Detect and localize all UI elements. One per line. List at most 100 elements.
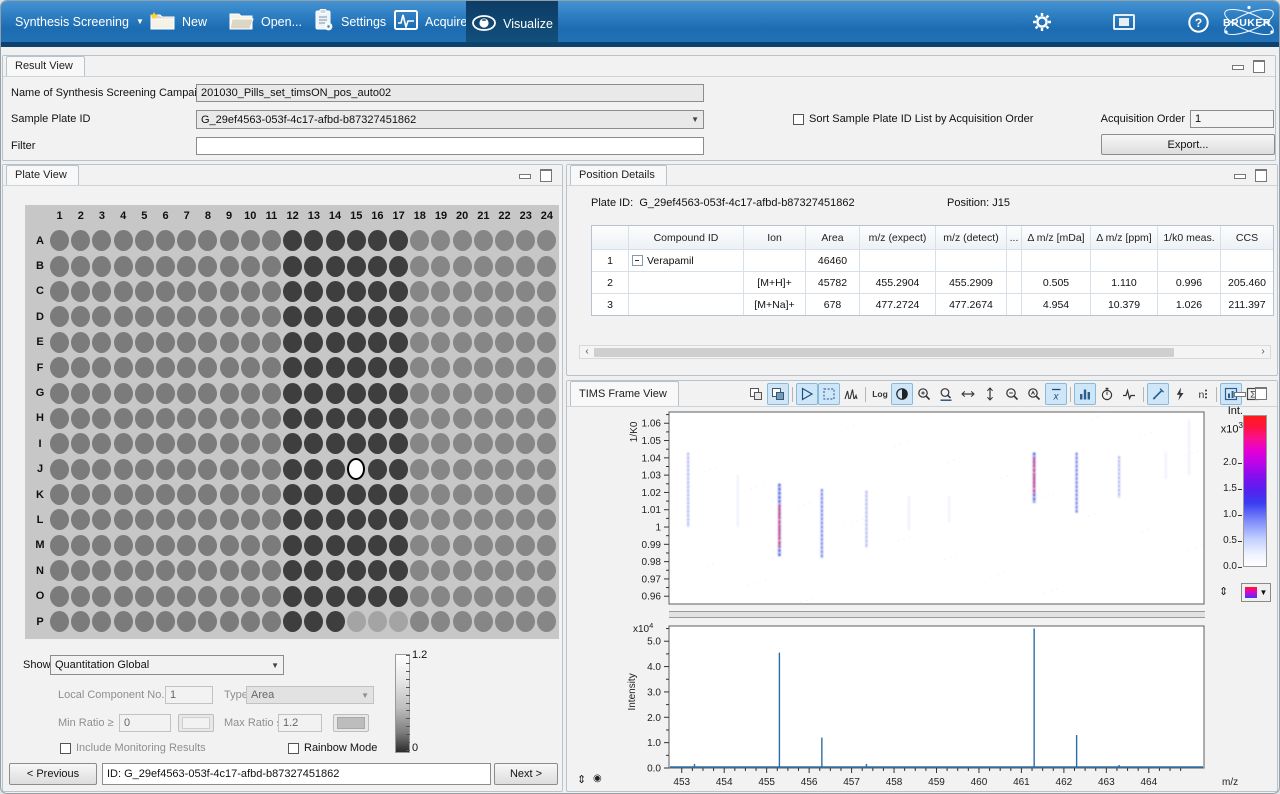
plate-well-I24[interactable] [537, 433, 556, 454]
plate-well-D19[interactable] [431, 306, 450, 327]
screen-icon[interactable] [1113, 11, 1135, 33]
plate-well-M24[interactable] [537, 535, 556, 556]
plate-well-P12[interactable] [283, 611, 302, 632]
plate-well-J3[interactable] [92, 459, 111, 480]
help-icon[interactable]: ? [1187, 11, 1209, 33]
maximize-icon[interactable] [540, 169, 552, 182]
plate-well-N17[interactable] [389, 560, 408, 581]
plate-well-G11[interactable] [262, 383, 281, 404]
sort-checkbox-row[interactable]: Sort Sample Plate ID List by Acquisition… [793, 113, 1033, 125]
plate-well-P3[interactable] [92, 611, 111, 632]
plate-well-G8[interactable] [198, 383, 217, 404]
plate-well-N19[interactable] [431, 560, 450, 581]
table-row[interactable]: 2[M+H]+45782455.2904455.29090.5051.1100.… [592, 271, 1273, 293]
tree-collapse-icon[interactable] [632, 255, 643, 266]
plate-well-D23[interactable] [516, 306, 535, 327]
plate-well-C19[interactable] [431, 281, 450, 302]
zoom-x-icon[interactable] [935, 383, 957, 405]
plate-well-L6[interactable] [156, 509, 175, 530]
plate-well-K1[interactable] [50, 484, 69, 505]
plate-well-N5[interactable] [135, 560, 154, 581]
plate-well-D12[interactable] [283, 306, 302, 327]
plate-well-O7[interactable] [177, 586, 196, 607]
column-header[interactable]: m/z (expect) [859, 226, 935, 249]
plate-well-B3[interactable] [92, 256, 111, 277]
plate-well-M12[interactable] [283, 535, 302, 556]
plate-well-O22[interactable] [495, 586, 514, 607]
plate-well-F14[interactable] [326, 357, 345, 378]
plate-well-A5[interactable] [135, 230, 154, 251]
plate-well-N11[interactable] [262, 560, 281, 581]
plate-well-N16[interactable] [368, 560, 387, 581]
plate-well-C9[interactable] [220, 281, 239, 302]
plate-well-H18[interactable] [410, 408, 429, 429]
plate-well-H8[interactable] [198, 408, 217, 429]
plate-well-H16[interactable] [368, 408, 387, 429]
plate-well-G9[interactable] [220, 383, 239, 404]
plate-well-G24[interactable] [537, 383, 556, 404]
plate-well-L11[interactable] [262, 509, 281, 530]
plate-well-P24[interactable] [537, 611, 556, 632]
plate-well-E13[interactable] [304, 332, 323, 353]
plate-well-G2[interactable] [71, 383, 90, 404]
plate-well-K8[interactable] [198, 484, 217, 505]
plate-well-O23[interactable] [516, 586, 535, 607]
plate-well-E20[interactable] [453, 332, 472, 353]
plate-well-A3[interactable] [92, 230, 111, 251]
plate-well-L1[interactable] [50, 509, 69, 530]
plate-well-G18[interactable] [410, 383, 429, 404]
plate-well-H20[interactable] [453, 408, 472, 429]
plate-well-K7[interactable] [177, 484, 196, 505]
plate-well-G21[interactable] [474, 383, 493, 404]
plate-well-H13[interactable] [304, 408, 323, 429]
zoom-in-icon[interactable] [913, 383, 935, 405]
table-row[interactable]: 3[M+Na]+678477.2724477.26744.95410.3791.… [592, 293, 1273, 315]
plate-well-I2[interactable] [71, 433, 90, 454]
plate-well-J14[interactable] [326, 459, 345, 480]
sort-checkbox[interactable] [793, 114, 804, 125]
plate-well-B6[interactable] [156, 256, 175, 277]
plate-well-L9[interactable] [220, 509, 239, 530]
column-header[interactable]: Area [805, 226, 859, 249]
plate-well-K24[interactable] [537, 484, 556, 505]
plate-well-N8[interactable] [198, 560, 217, 581]
plate-well-A7[interactable] [177, 230, 196, 251]
axis-home-icon[interactable]: ◉ [593, 773, 602, 784]
plate-well-I23[interactable] [516, 433, 535, 454]
plate-well-O14[interactable] [326, 586, 345, 607]
plate-well-G5[interactable] [135, 383, 154, 404]
plate-well-F22[interactable] [495, 357, 514, 378]
plate-well-G15[interactable] [347, 383, 366, 404]
plate-well-H14[interactable] [326, 408, 345, 429]
type-select[interactable]: Area▼ [246, 686, 374, 704]
plate-well-F23[interactable] [516, 357, 535, 378]
plate-well-K9[interactable] [220, 484, 239, 505]
plate-well-P11[interactable] [262, 611, 281, 632]
plate-well-E18[interactable] [410, 332, 429, 353]
plate-well-G16[interactable] [368, 383, 387, 404]
zoom-reset-icon[interactable] [1023, 383, 1045, 405]
plate-well-A23[interactable] [516, 230, 535, 251]
plate-well-I17[interactable] [389, 433, 408, 454]
minimize-icon[interactable] [1234, 392, 1246, 397]
plate-well-N15[interactable] [347, 560, 366, 581]
axis-fit-icon[interactable]: ⇕ [577, 773, 586, 786]
plate-well-K23[interactable] [516, 484, 535, 505]
plate-well-L4[interactable] [114, 509, 133, 530]
plate-well-I4[interactable] [114, 433, 133, 454]
plate-well-C15[interactable] [347, 281, 366, 302]
plate-well-A10[interactable] [241, 230, 260, 251]
plate-well-G3[interactable] [92, 383, 111, 404]
visualize-button[interactable]: Visualize [466, 1, 558, 47]
plate-well-H2[interactable] [71, 408, 90, 429]
plate-well-J19[interactable] [431, 459, 450, 480]
plate-well-P6[interactable] [156, 611, 175, 632]
plate-well-B16[interactable] [368, 256, 387, 277]
plate-well-A8[interactable] [198, 230, 217, 251]
plate-well-F24[interactable] [537, 357, 556, 378]
plate-well-G17[interactable] [389, 383, 408, 404]
plate-well-L14[interactable] [326, 509, 345, 530]
plate-well-J2[interactable] [71, 459, 90, 480]
plate-well-C20[interactable] [453, 281, 472, 302]
maximize-icon[interactable] [1255, 387, 1267, 400]
